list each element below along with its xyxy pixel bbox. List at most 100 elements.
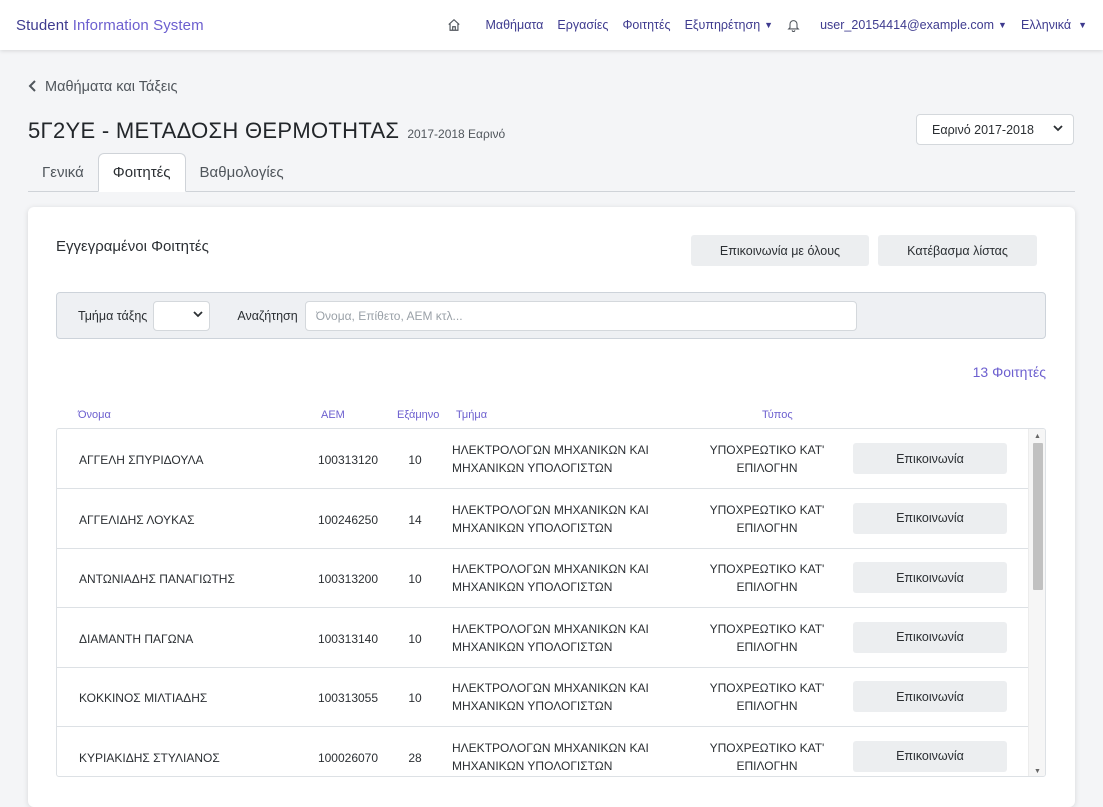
- column-header-semester[interactable]: Εξάμηνο: [397, 409, 439, 421]
- contact-student-button[interactable]: Επικοινωνία: [853, 562, 1007, 593]
- student-aem: 100313055: [317, 691, 379, 705]
- department-line-2: ΜΗΧΑΝΙΚΩΝ ΥΠΟΛΟΓΙΣΤΩΝ: [452, 699, 613, 713]
- filter-bar: Τμήμα τάξης Αναζήτηση: [56, 292, 1046, 339]
- term-select-value: Εαρινό 2017-2018: [932, 122, 1034, 137]
- course-tabs: Γενικά Φοιτητές Βαθμολογίες: [28, 153, 1075, 192]
- contact-all-button[interactable]: Επικοινωνία με όλους: [691, 235, 869, 266]
- nav-link-assignments[interactable]: Εργασίες: [557, 18, 608, 32]
- tab-students[interactable]: Φοιτητές: [97, 153, 186, 192]
- nav-link-students[interactable]: Φοιτητές: [622, 18, 670, 32]
- nav-services-dropdown[interactable]: Εξυπηρέτηση ▼: [685, 18, 774, 32]
- student-aem: 100246250: [317, 512, 379, 527]
- department-line-1: ΗΛΕΚΤΡΟΛΟΓΩΝ ΜΗΧΑΝΙΚΩΝ ΚΑΙ: [452, 562, 649, 576]
- course-term: 2017-2018 Εαρινό: [407, 127, 506, 141]
- table-row: ΑΓΓΕΛΗ ΣΠΥΡΙΔΟΥΛΑ 100313120 10 ΗΛΕΚΤΡΟΛΟΓΩΝ…: [57, 429, 1030, 489]
- table-row: ΚΟΚΚΙΝΟΣ ΜΙΛΤΙΑΔΗΣ 100313055 10 ΗΛΕΚΤΡΟΛΟΓΩ…: [57, 667, 1030, 727]
- column-header-type[interactable]: Τύπος: [762, 409, 793, 421]
- enrolled-students-card: Εγγεγραμένοι Φοιτητές Επικοινωνία με όλο…: [28, 207, 1075, 807]
- student-semester: 14: [408, 512, 422, 527]
- student-name: ΔΙΑΜΑΝΤΗ ΠΑΓΩΝΑ: [79, 631, 194, 646]
- student-semester: 10: [408, 453, 422, 467]
- language-dropdown[interactable]: Ελληνικά ▼: [1021, 18, 1087, 32]
- brand-secondary: Information System: [72, 16, 204, 34]
- column-header-name[interactable]: Όνομα: [78, 409, 111, 421]
- column-header-department[interactable]: Τμήμα: [456, 409, 487, 421]
- download-list-button[interactable]: Κατέβασμα λίστας: [878, 235, 1037, 266]
- contact-student-button[interactable]: Επικοινωνία: [853, 443, 1007, 474]
- course-type: ΥΠΟΧΡΕΩΤΙΚΟ ΚΑΤ' ΕΠΙΛΟΓΗΝ: [697, 501, 837, 537]
- brand-primary: Student: [16, 16, 69, 34]
- table-row: ΑΓΓΕΛΙΔΗΣ ΛΟΥΚΑΣ 100246250 14 ΗΛΕΚΤΡΟΛΟΓΩΝ …: [57, 489, 1030, 549]
- contact-student-button[interactable]: Επικοινωνία: [853, 621, 1007, 653]
- department-line-2: ΜΗΧΑΝΙΚΩΝ ΥΠΟΛΟΓΙΣΤΩΝ: [452, 580, 613, 594]
- chevron-down-icon: ▼: [998, 20, 1007, 30]
- scroll-down-arrow-icon[interactable]: ▼: [1029, 765, 1045, 776]
- brand-logo[interactable]: Student Information System: [16, 17, 204, 34]
- user-menu-dropdown[interactable]: user_20154414@example.com ▼: [820, 18, 1007, 32]
- type-line-1: ΥΠΟΧΡΕΩΤΙΚΟ ΚΑΤ': [709, 443, 825, 457]
- search-input[interactable]: [304, 300, 857, 331]
- student-department: ΗΛΕΚΤΡΟΛΟΓΩΝ ΜΗΧΑΝΙΚΩΝ ΚΑΙ ΜΗΧΑΝΙΚΩΝ ΥΠΟΛ…: [452, 739, 682, 775]
- course-type: ΥΠΟΧΡΕΩΤΙΚΟ ΚΑΤ' ΕΠΙΛΟΓΗΝ: [697, 739, 837, 775]
- students-count[interactable]: 13 Φοιτητές: [973, 364, 1046, 380]
- student-aem: 100026070: [317, 750, 379, 765]
- language-label: Ελληνικά: [1020, 18, 1072, 32]
- department-line-2: ΜΗΧΑΝΙΚΩΝ ΥΠΟΛΟΓΙΣΤΩΝ: [452, 639, 613, 654]
- type-line-2: ΕΠΙΛΟΓΗΝ: [736, 461, 798, 475]
- scrollbar-thumb[interactable]: [1033, 443, 1043, 590]
- department-line-1: ΗΛΕΚΤΡΟΛΟΓΩΝ ΜΗΧΑΝΙΚΩΝ ΚΑΙ: [452, 740, 649, 755]
- back-link-label: Μαθήματα και Τάξεις: [45, 79, 178, 95]
- search-label: Αναζήτηση: [237, 308, 298, 323]
- contact-student-button[interactable]: Επικοινωνία: [853, 502, 1007, 534]
- student-name: ΚΟΚΚΙΝΟΣ ΜΙΛΤΙΑΔΗΣ: [79, 691, 208, 705]
- student-name: ΑΝΤΩΝΙΑΔΗΣ ΠΑΝΑΓΙΩΤΗΣ: [79, 572, 235, 586]
- contact-student-button[interactable]: Επικοινωνία: [853, 740, 1007, 772]
- scroll-up-arrow-icon[interactable]: ▲: [1029, 430, 1045, 442]
- nav-services-label: Εξυπηρέτηση: [684, 18, 761, 32]
- type-line-1: ΥΠΟΧΡΕΩΤΙΚΟ ΚΑΤ': [709, 621, 825, 636]
- table-scrollbar[interactable]: ▲ ▼: [1028, 429, 1045, 776]
- department-line-1: ΗΛΕΚΤΡΟΛΟΓΩΝ ΜΗΧΑΝΙΚΩΝ ΚΑΙ: [452, 681, 649, 695]
- department-line-1: ΗΛΕΚΤΡΟΛΟΓΩΝ ΜΗΧΑΝΙΚΩΝ ΚΑΙ: [452, 443, 649, 457]
- section-select[interactable]: [153, 300, 211, 331]
- type-line-1: ΥΠΟΧΡΕΩΤΙΚΟ ΚΑΤ': [709, 562, 825, 576]
- top-navbar: Student Information System Μαθήματα Εργα…: [0, 0, 1103, 50]
- student-aem: 100313120: [317, 453, 379, 467]
- table-header: Όνομα ΑΕΜ Εξάμηνο Τμήμα Τύπος: [56, 409, 1046, 425]
- student-department: ΗΛΕΚΤΡΟΛΟΓΩΝ ΜΗΧΑΝΙΚΩΝ ΚΑΙ ΜΗΧΑΝΙΚΩΝ ΥΠΟΛ…: [452, 501, 682, 537]
- type-line-2: ΕΠΙΛΟΓΗΝ: [736, 758, 798, 773]
- term-select[interactable]: Εαρινό 2017-2018: [916, 114, 1074, 145]
- tab-grades[interactable]: Βαθμολογίες: [186, 153, 298, 191]
- tab-general[interactable]: Γενικά: [28, 153, 98, 191]
- department-line-1: ΗΛΕΚΤΡΟΛΟΓΩΝ ΜΗΧΑΝΙΚΩΝ ΚΑΙ: [452, 502, 649, 517]
- department-line-2: ΜΗΧΑΝΙΚΩΝ ΥΠΟΛΟΓΙΣΤΩΝ: [452, 520, 613, 535]
- chevron-down-icon: ▼: [1078, 20, 1087, 30]
- student-semester: 10: [408, 631, 422, 646]
- table-row: ΔΙΑΜΑΝΤΗ ΠΑΓΩΝΑ 100313140 10 ΗΛΕΚΤΡΟΛΟΓΩΝ Μ…: [57, 608, 1030, 668]
- student-aem: 100313200: [317, 572, 379, 586]
- student-aem: 100313140: [317, 631, 379, 646]
- page-title: 5Γ2ΥΕ - ΜΕΤΑΔΟΣΗ ΘΕΡΜΟΤΗΤΑΣ 2017-2018 Εα…: [28, 118, 505, 144]
- type-line-2: ΕΠΙΛΟΓΗΝ: [736, 520, 798, 535]
- card-title: Εγγεγραμένοι Φοιτητές: [56, 238, 209, 255]
- type-line-2: ΕΠΙΛΟΓΗΝ: [736, 639, 798, 654]
- department-line-2: ΜΗΧΑΝΙΚΩΝ ΥΠΟΛΟΓΙΣΤΩΝ: [452, 461, 613, 475]
- type-line-1: ΥΠΟΧΡΕΩΤΙΚΟ ΚΑΤ': [709, 681, 825, 695]
- nav-link-courses[interactable]: Μαθήματα: [485, 18, 543, 32]
- student-name: ΑΓΓΕΛΙΔΗΣ ΛΟΥΚΑΣ: [79, 512, 195, 527]
- student-department: ΗΛΕΚΤΡΟΛΟΓΩΝ ΜΗΧΑΝΙΚΩΝ ΚΑΙ ΜΗΧΑΝΙΚΩΝ ΥΠΟΛ…: [452, 560, 682, 596]
- type-line-2: ΕΠΙΛΟΓΗΝ: [736, 580, 798, 594]
- bell-icon[interactable]: [787, 18, 800, 32]
- home-icon[interactable]: [447, 18, 461, 32]
- back-to-courses-link[interactable]: Μαθήματα και Τάξεις: [28, 79, 178, 95]
- contact-student-button[interactable]: Επικοινωνία: [853, 681, 1007, 712]
- course-type: ΥΠΟΧΡΕΩΤΙΚΟ ΚΑΤ' ΕΠΙΛΟΓΗΝ: [697, 441, 837, 477]
- student-department: ΗΛΕΚΤΡΟΛΟΓΩΝ ΜΗΧΑΝΙΚΩΝ ΚΑΙ ΜΗΧΑΝΙΚΩΝ ΥΠΟΛ…: [452, 679, 682, 715]
- students-table: ΑΓΓΕΛΗ ΣΠΥΡΙΔΟΥΛΑ 100313120 10 ΗΛΕΚΤΡΟΛΟΓΩΝ…: [56, 428, 1046, 777]
- type-line-1: ΥΠΟΧΡΕΩΤΙΚΟ ΚΑΤ': [709, 502, 825, 517]
- section-filter-label: Τμήμα τάξης: [78, 308, 148, 323]
- column-header-aem[interactable]: ΑΕΜ: [321, 409, 345, 421]
- student-semester: 28: [408, 750, 422, 765]
- course-type: ΥΠΟΧΡΕΩΤΙΚΟ ΚΑΤ' ΕΠΙΛΟΓΗΝ: [697, 620, 837, 656]
- student-name: ΚΥΡΙΑΚΙΔΗΣ ΣΤΥΛΙΑΝΟΣ: [79, 750, 220, 765]
